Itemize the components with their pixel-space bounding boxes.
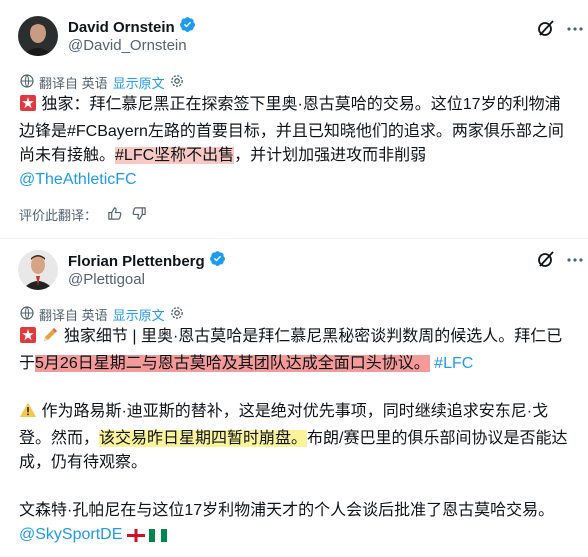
nigeria-flag-emoji bbox=[149, 526, 168, 550]
paragraph-3-text: 文森特·孔帕尼在与这位17岁利物浦天才的个人会谈后批准了恩古莫哈交易。 bbox=[19, 502, 555, 519]
translation-notice: 翻译自 英语 显示原文 bbox=[20, 73, 184, 92]
grok-icon[interactable] bbox=[536, 18, 556, 38]
paragraph-2-highlight: 该交易昨日星期四暂时崩盘。 bbox=[99, 430, 308, 447]
author-name-row: David Ornstein bbox=[68, 16, 196, 38]
avatar[interactable] bbox=[18, 250, 58, 290]
translate-icon bbox=[20, 306, 34, 323]
author-handle[interactable]: @Plettigoal bbox=[68, 271, 145, 288]
more-icon[interactable] bbox=[566, 20, 584, 38]
tweet-text-highlight[interactable]: #LFC坚称不出售 bbox=[115, 147, 235, 164]
verified-badge-icon bbox=[209, 250, 226, 272]
show-original-link[interactable]: 显示原文 bbox=[113, 73, 165, 92]
siren-emoji bbox=[19, 326, 37, 352]
tweet-text-suffix: ，并计划加强进攻而非削弱 bbox=[234, 147, 427, 164]
rate-translation-label: 评价此翻译： bbox=[19, 208, 98, 223]
gear-icon[interactable] bbox=[170, 306, 184, 323]
translate-icon bbox=[20, 74, 34, 91]
more-icon[interactable] bbox=[566, 251, 584, 269]
author-name-row: Florian Plettenberg bbox=[68, 250, 226, 272]
tweet-text: 独家细节 | 里奥·恩古莫哈是拜仁慕尼黑秘密谈判数周的候选人。拜仁已于5月26日… bbox=[19, 325, 575, 550]
author-name[interactable]: Florian Plettenberg bbox=[68, 253, 205, 270]
tweet-text: 独家：拜仁慕尼黑正在探索签下里奥·恩古莫哈的交易。这位17岁的利物浦边锋是#FC… bbox=[19, 93, 575, 192]
england-flag-emoji bbox=[126, 526, 146, 550]
paragraph-1-highlight: 5月26日星期二与恩古莫哈及其团队达成全面口头协议。 bbox=[35, 355, 430, 372]
pencil-emoji bbox=[41, 326, 59, 352]
avatar[interactable] bbox=[18, 16, 58, 56]
author-name[interactable]: David Ornstein bbox=[68, 19, 175, 36]
tweet-florian-plettenberg: Florian Plettenberg @Plettigoal 翻译自 英语 显… bbox=[0, 239, 588, 557]
rate-translation: 评价此翻译： bbox=[19, 205, 147, 224]
show-original-link[interactable]: 显示原文 bbox=[113, 305, 165, 324]
warning-emoji bbox=[19, 401, 37, 427]
translation-notice: 翻译自 英语 显示原文 bbox=[20, 305, 184, 324]
tweet-david-ornstein: David Ornstein @David_Ornstein 翻译自 英语 显示… bbox=[0, 0, 588, 238]
mention-link[interactable]: @TheAthleticFC bbox=[19, 171, 137, 188]
translated-from-label: 翻译自 英语 bbox=[39, 76, 108, 91]
translated-from-label: 翻译自 英语 bbox=[39, 308, 108, 323]
gear-icon[interactable] bbox=[170, 74, 184, 91]
grok-icon[interactable] bbox=[536, 249, 556, 269]
tweet-paragraph-3: 文森特·孔帕尼在与这位17岁利物浦天才的个人会谈后批准了恩古莫哈交易。 @Sky… bbox=[19, 499, 575, 550]
thumbs-down-icon[interactable] bbox=[132, 206, 147, 224]
siren-emoji bbox=[19, 94, 37, 120]
tweet-paragraph-2: 作为路易斯·迪亚斯的替补，这是绝对优先事项，同时继续追求安东尼·戈登。然而，该交… bbox=[19, 400, 575, 475]
mention-link[interactable]: @SkySportDE bbox=[19, 526, 122, 543]
tweet-paragraph-1: 独家细节 | 里奥·恩古莫哈是拜仁慕尼黑秘密谈判数周的候选人。拜仁已于5月26日… bbox=[19, 325, 575, 376]
verified-badge-icon bbox=[179, 16, 196, 38]
author-handle[interactable]: @David_Ornstein bbox=[68, 37, 187, 54]
hashtag-link[interactable]: #LFC bbox=[434, 355, 473, 372]
thumbs-up-icon[interactable] bbox=[107, 206, 122, 224]
